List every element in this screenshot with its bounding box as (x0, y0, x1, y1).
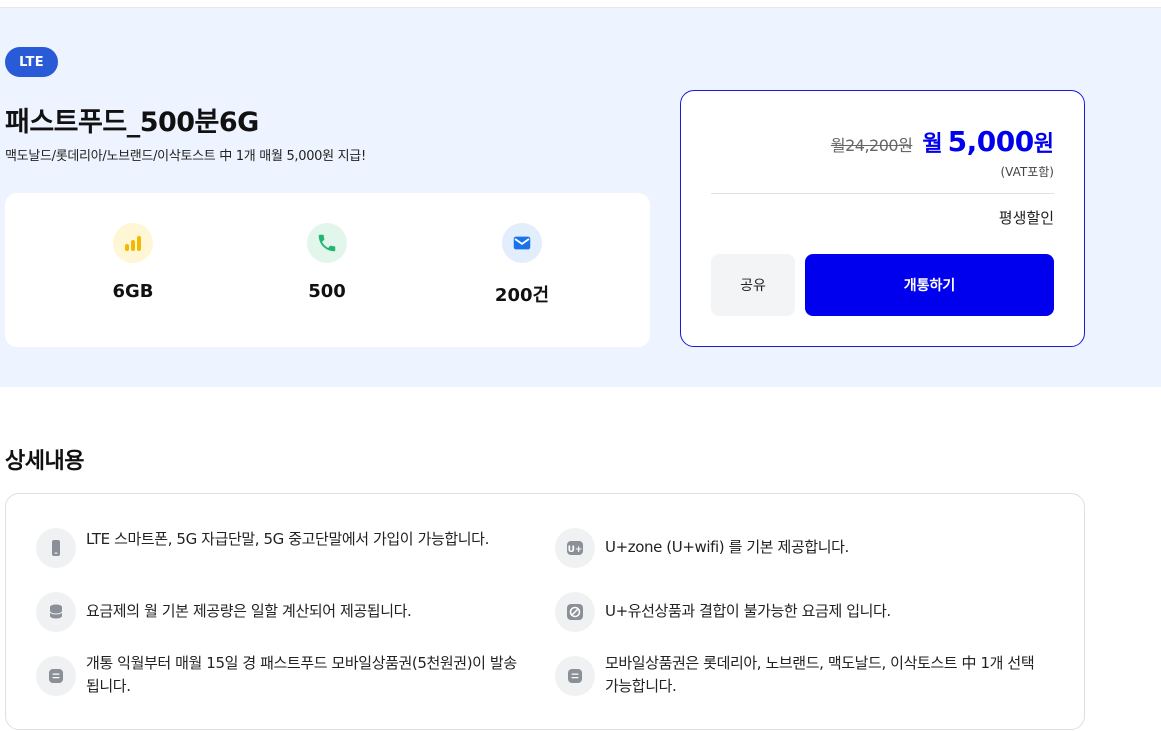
svg-text:U+: U+ (568, 545, 583, 555)
detail-item: U+유선상품과 결합이 불가능한 요금제 입니다. (555, 592, 1045, 632)
plan-subtitle: 맥도날드/롯데리아/노브랜드/이삭토스트 中 1개 매월 5,000원 지급! (5, 149, 366, 164)
mail-icon (502, 223, 542, 263)
vat-note: (VAT포함) (1000, 165, 1055, 179)
details-title: 상세내용 (5, 449, 84, 474)
network-badge: LTE (5, 47, 58, 77)
phone-device-icon (36, 528, 76, 568)
uzone-wifi-icon: U+ (555, 528, 595, 568)
stat-data: 6GB (73, 223, 193, 302)
sale-price-amount: 5,000 (947, 125, 1035, 158)
stat-voice: 500 (267, 223, 387, 302)
document-icon (555, 656, 595, 696)
stat-voice-value: 500 (308, 281, 346, 302)
price-card: 월24,200원 월 5,000원 (VAT포함) 평생할인 공유 개통하기 (680, 90, 1085, 347)
plan-stats-card: 6GB 500 200건 (5, 193, 650, 347)
sale-price-prefix: 월 (922, 132, 943, 157)
no-combine-icon (555, 592, 595, 632)
detail-item: 모바일상품권은 롯데리아, 노브랜드, 맥도날드, 이삭토스트 中 1개 선택 … (555, 652, 1045, 698)
price-divider (711, 193, 1054, 194)
detail-text: 요금제의 월 기본 제공량은 일할 계산되어 제공됩니다. (86, 602, 412, 620)
detail-item: LTE 스마트폰, 5G 자급단말, 5G 중고단말에서 가입이 가능합니다. (36, 528, 526, 568)
document-icon (36, 656, 76, 696)
detail-item: U+ U+zone (U+wifi) 를 기본 제공합니다. (555, 528, 1045, 568)
detail-text: LTE 스마트폰, 5G 자급단말, 5G 중고단말에서 가입이 가능합니다. (86, 530, 489, 548)
activate-button[interactable]: 개통하기 (805, 254, 1054, 316)
price-row: 월24,200원 월 5,000원 (831, 125, 1054, 158)
detail-text: U+zone (U+wifi) 를 기본 제공합니다. (605, 538, 849, 556)
original-price: 월24,200원 (830, 136, 913, 155)
database-icon (36, 592, 76, 632)
detail-text: 개통 익월부터 매월 15일 경 패스트푸드 모바일상품권(5천원권)이 발송됩… (86, 654, 517, 695)
sale-price-unit: 원 (1033, 132, 1054, 157)
phone-icon (307, 223, 347, 263)
stat-sms: 200건 (462, 223, 582, 307)
detail-item: 개통 익월부터 매월 15일 경 패스트푸드 모바일상품권(5천원권)이 발송됩… (36, 652, 526, 698)
stat-data-value: 6GB (112, 281, 154, 302)
detail-text: U+유선상품과 결합이 불가능한 요금제 입니다. (605, 602, 891, 620)
details-card: LTE 스마트폰, 5G 자급단말, 5G 중고단말에서 가입이 가능합니다. … (5, 493, 1085, 730)
sale-price: 월 5,000원 (922, 125, 1054, 158)
discount-label: 평생할인 (998, 209, 1054, 227)
signal-bars-icon (113, 223, 153, 263)
plan-title: 패스트푸드_500분6G (5, 107, 259, 138)
detail-text: 모바일상품권은 롯데리아, 노브랜드, 맥도날드, 이삭토스트 中 1개 선택 … (605, 654, 1035, 695)
stat-sms-value: 200건 (494, 285, 550, 306)
detail-item: 요금제의 월 기본 제공량은 일할 계산되어 제공됩니다. (36, 592, 526, 632)
share-button[interactable]: 공유 (711, 254, 795, 316)
